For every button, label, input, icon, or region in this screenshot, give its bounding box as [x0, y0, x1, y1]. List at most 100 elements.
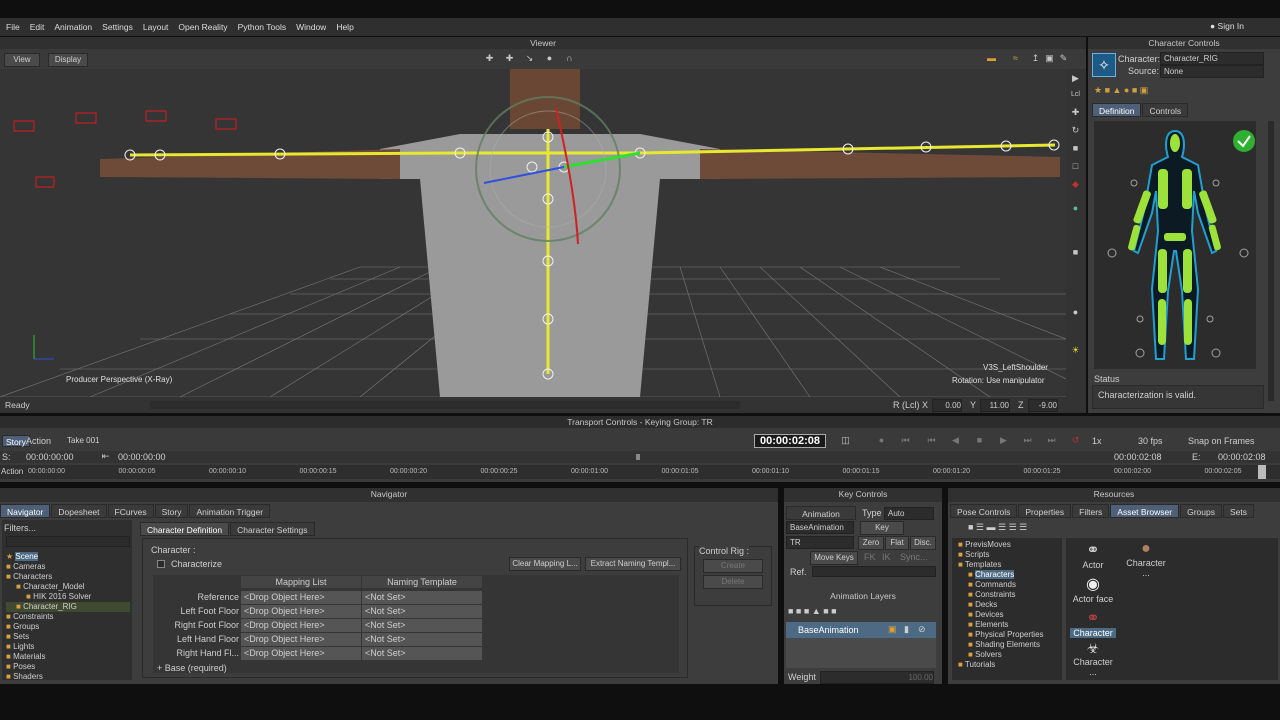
move-tool-icon[interactable]: ✚: [504, 53, 515, 64]
y-field[interactable]: 11.00: [980, 399, 1010, 412]
character-scrollbar[interactable]: [1268, 121, 1274, 401]
sign-in-button[interactable]: ● Sign In: [1210, 21, 1244, 31]
layer-lock-icon[interactable]: ▣: [888, 624, 897, 635]
keyframe-icon[interactable]: ↥: [1030, 53, 1041, 64]
key-button[interactable]: Key: [860, 521, 904, 535]
drop-object-slot[interactable]: <Drop Object Here>: [241, 605, 361, 618]
scale-tool-icon[interactable]: ↘: [524, 53, 535, 64]
folder-item[interactable]: ■ Devices: [958, 610, 1060, 620]
tab-controls[interactable]: Controls: [1142, 103, 1189, 117]
filters-button[interactable]: Filters...: [4, 523, 36, 533]
tree-item[interactable]: ■ Cameras: [6, 562, 130, 572]
snap-select[interactable]: Snap on Frames: [1188, 436, 1255, 446]
marker-icon[interactable]: ◆: [1070, 179, 1081, 190]
prev-key-icon[interactable]: ⏮: [926, 435, 937, 446]
tree-item[interactable]: ■ Constraints: [6, 612, 130, 622]
character-select[interactable]: Character_RIG: [1160, 52, 1264, 65]
flat-button[interactable]: Flat: [885, 536, 909, 550]
drop-object-slot[interactable]: <Drop Object Here>: [241, 647, 361, 660]
menu-item-edit[interactable]: Edit: [30, 22, 45, 32]
folder-item[interactable]: ■ Elements: [958, 620, 1060, 630]
constraint-icon[interactable]: ●: [1070, 203, 1081, 214]
mapping-row[interactable]: Reference <Drop Object Here> <Not Set>: [155, 591, 665, 605]
asset-character-3[interactable]: ☣ Character ...: [1070, 640, 1116, 677]
asset-character-1[interactable]: ● Character ...: [1122, 540, 1170, 578]
light-icon[interactable]: ☀: [1070, 345, 1081, 356]
tree-item[interactable]: ★ Scene: [6, 552, 130, 562]
take-select[interactable]: Take 001: [64, 435, 744, 446]
tree-item[interactable]: ■ Poses: [6, 662, 130, 672]
move-keys-button[interactable]: Move Keys: [810, 551, 858, 565]
universal-manipulator-icon[interactable]: ∩: [564, 53, 575, 64]
asset-character-2[interactable]: ⚭ Character: [1070, 608, 1116, 638]
menu-item-animation[interactable]: Animation: [54, 22, 92, 32]
layer-mute-icon[interactable]: ⊘: [918, 624, 926, 635]
sphere-icon[interactable]: ●: [1070, 307, 1081, 318]
folder-item[interactable]: ■ Constraints: [958, 590, 1060, 600]
tab-animation-trigger[interactable]: Animation Trigger: [189, 504, 271, 518]
scale-icon[interactable]: ■: [1070, 143, 1081, 154]
mapping-row[interactable]: Right Foot Floor <Drop Object Here> <Not S…: [155, 619, 665, 633]
tab-filters[interactable]: Filters: [1072, 504, 1110, 518]
naming-template-cell[interactable]: <Not Set>: [362, 591, 482, 604]
start-time[interactable]: 00:00:00:00: [26, 452, 74, 462]
menu-item-help[interactable]: Help: [336, 22, 353, 32]
naming-template-cell[interactable]: <Not Set>: [362, 619, 482, 632]
naming-template-cell[interactable]: <Not Set>: [362, 647, 482, 660]
play-icon[interactable]: ▶: [998, 435, 1009, 446]
x-field[interactable]: 0.00: [932, 399, 962, 412]
extract-naming-button[interactable]: Extract Naming Templ...: [585, 557, 681, 571]
rotate-tool-icon[interactable]: ●: [544, 53, 555, 64]
type-select[interactable]: Auto: [884, 507, 934, 520]
zero-button[interactable]: Zero: [858, 536, 884, 550]
subtab-character-settings[interactable]: Character Settings: [230, 522, 315, 536]
3d-viewport[interactable]: Producer Perspective (X-Ray) V3S_LeftSho…: [0, 69, 1066, 397]
create-button[interactable]: Create: [703, 559, 763, 573]
end-time[interactable]: 00:00:02:08: [1218, 452, 1266, 462]
tree-item[interactable]: ■ Materials: [6, 652, 130, 662]
ref-field[interactable]: [812, 566, 936, 577]
asset-actor[interactable]: ⚭ Actor: [1076, 540, 1110, 570]
goto-end-icon[interactable]: ⏭: [1046, 435, 1057, 446]
folder-item[interactable]: ■ Decks: [958, 600, 1060, 610]
tree-item[interactable]: ■ Lights: [6, 642, 130, 652]
tab-definition[interactable]: Definition: [1092, 103, 1142, 117]
tab-story[interactable]: Story: [154, 504, 189, 518]
loop-icon[interactable]: ↺: [1070, 435, 1081, 446]
menu-item-window[interactable]: Window: [296, 22, 326, 32]
record-icon[interactable]: ●: [876, 435, 887, 446]
folder-item[interactable]: ■ Commands: [958, 580, 1060, 590]
next-key-icon[interactable]: ⏭: [1022, 435, 1033, 446]
lock-icon[interactable]: ▣: [1044, 53, 1055, 64]
current-time-display[interactable]: 00:00:02:08: [754, 434, 826, 448]
tab-dopesheet[interactable]: Dopesheet: [51, 504, 107, 518]
tree-item[interactable]: ■ Shaders: [6, 672, 130, 682]
view-button[interactable]: View: [4, 53, 40, 67]
fk-button[interactable]: FK: [864, 552, 876, 562]
goto-start-icon[interactable]: ⏮: [900, 435, 911, 446]
source-select[interactable]: None: [1160, 65, 1264, 78]
folder-item[interactable]: ■ Templates: [958, 560, 1060, 570]
keying-group-select[interactable]: TR: [786, 536, 854, 549]
mapping-row[interactable]: Right Hand Fl... <Drop Object Here> <Not S…: [155, 647, 665, 661]
base-row[interactable]: + Base (required): [157, 663, 227, 673]
pivot-icon[interactable]: ▬: [986, 53, 997, 64]
tree-item[interactable]: ■ HIK 2016 Solver: [6, 592, 130, 602]
folder-item[interactable]: ■ Tutorials: [958, 660, 1060, 670]
naming-template-cell[interactable]: <Not Set>: [362, 633, 482, 646]
range-handle[interactable]: [636, 454, 640, 460]
set-start-icon[interactable]: ⇤: [100, 451, 111, 462]
tab-navigator[interactable]: Navigator: [0, 504, 51, 518]
tree-item[interactable]: ■ Characters: [6, 572, 130, 582]
delete-button[interactable]: Delete: [703, 575, 763, 589]
drop-object-slot[interactable]: <Drop Object Here>: [241, 633, 361, 646]
translate-tool-icon[interactable]: ✚: [484, 53, 495, 64]
folder-item[interactable]: ■ Shading Elements: [958, 640, 1060, 650]
playhead[interactable]: [1258, 465, 1266, 479]
mapping-row[interactable]: Left Foot Floor <Drop Object Here> <Not Se…: [155, 605, 665, 619]
folder-item[interactable]: ■ Solvers: [958, 650, 1060, 660]
tree-search-input[interactable]: [6, 536, 130, 547]
tab-pose-controls[interactable]: Pose Controls: [950, 504, 1018, 518]
rotate-icon[interactable]: ↻: [1070, 125, 1081, 136]
stop-icon[interactable]: ■: [974, 435, 985, 446]
